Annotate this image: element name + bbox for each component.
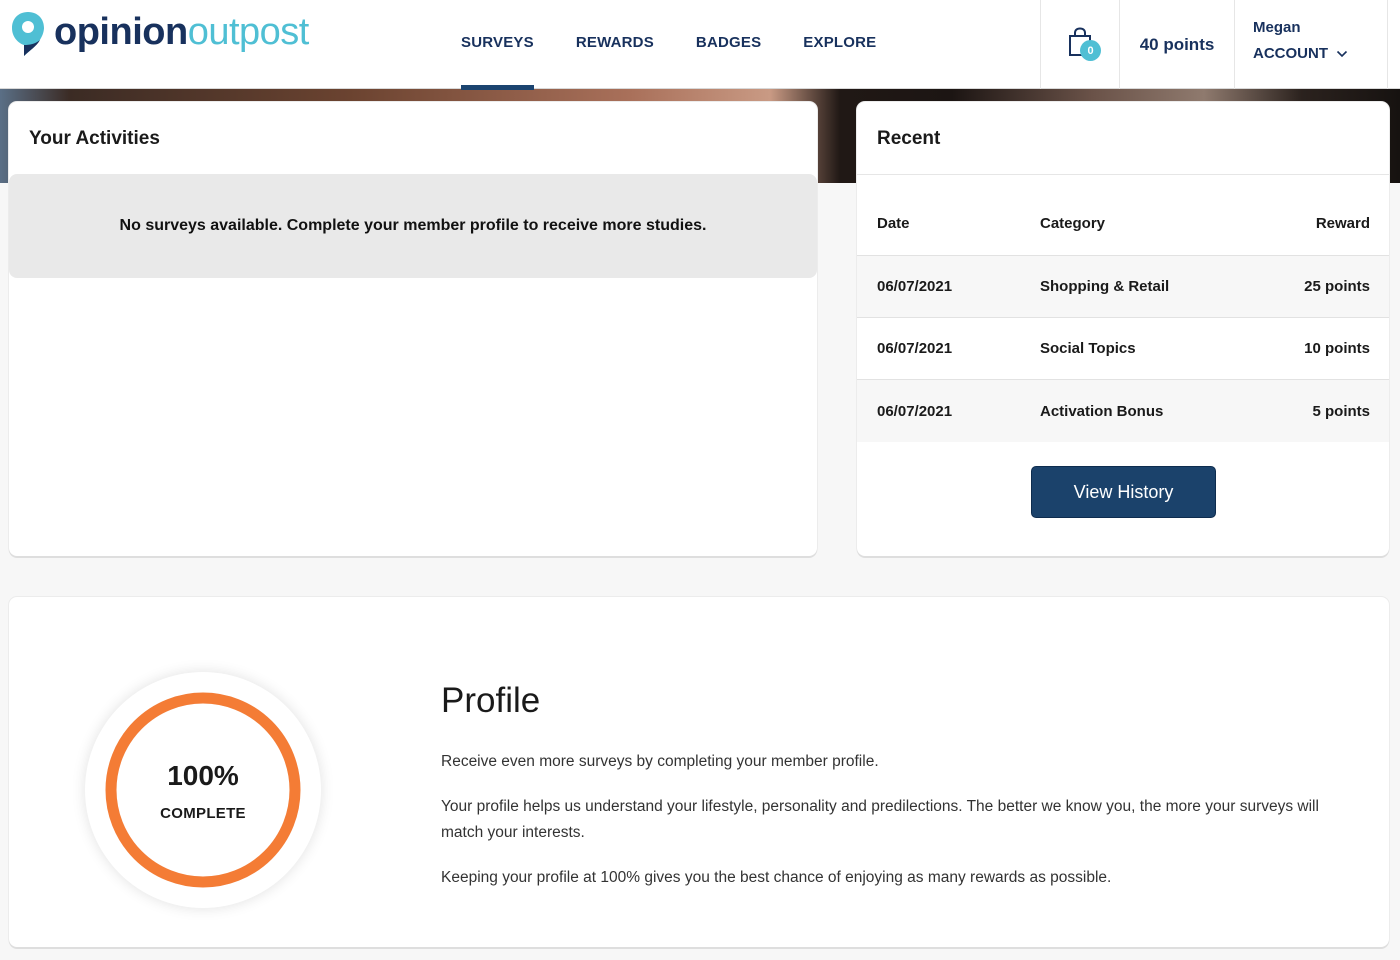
row-category: Social Topics [1040, 340, 1136, 357]
logo-text-opinion: opinion [54, 11, 188, 53]
profile-paragraph: Keeping your profile at 100% gives you t… [441, 869, 1112, 886]
profile-description: Receive even more surveys by completing … [441, 749, 1361, 910]
profile-card: 100% COMPLETE Profile Receive even more … [9, 597, 1389, 947]
row-category: Activation Bonus [1040, 402, 1164, 420]
logo-pin-icon [10, 10, 46, 58]
row-reward: 10 points [1304, 340, 1370, 357]
logo-text: opinionoutpost [54, 8, 309, 56]
recent-title: Recent [877, 128, 941, 149]
table-header: Date Category Reward [857, 192, 1389, 256]
profile-progress-ring: 100% COMPLETE [85, 672, 321, 908]
user-name: Megan [1253, 19, 1301, 36]
logo-text-outpost: outpost [187, 11, 310, 53]
table-row: 06/07/2021 Social Topics 10 points [857, 318, 1389, 380]
account-dropdown[interactable]: ACCOUNT [1253, 45, 1387, 62]
top-header: opinionoutpost SURVEYS REWARDS BADGES EX… [0, 0, 1400, 90]
divider [857, 174, 1389, 175]
account-label: ACCOUNT [1253, 45, 1328, 62]
recent-table: Date Category Reward 06/07/2021 Shopping… [857, 192, 1389, 442]
table-row: 06/07/2021 Shopping & Retail 25 points [857, 256, 1389, 318]
row-date: 06/07/2021 [877, 278, 953, 295]
no-surveys-message: No surveys available. Complete your memb… [9, 174, 817, 278]
activities-card: Your Activities No surveys available. Co… [9, 102, 817, 556]
column-header-date: Date [877, 215, 910, 232]
cart-button[interactable]: 0 [1040, 0, 1119, 89]
table-row: 06/07/2021 Activation Bonus 5 points [857, 380, 1389, 442]
cart-count-badge: 0 [1080, 40, 1101, 61]
column-header-reward: Reward [1315, 215, 1370, 232]
row-date: 06/07/2021 [877, 340, 953, 357]
logo[interactable]: opinionoutpost [10, 10, 309, 58]
activities-title: Your Activities [29, 128, 160, 149]
profile-paragraph: Receive even more surveys by completing … [441, 753, 879, 770]
progress-percent: 100% [167, 760, 239, 791]
points-balance[interactable]: 40 points [1119, 0, 1234, 89]
nav-badges[interactable]: BADGES [675, 0, 782, 89]
nav-rewards[interactable]: REWARDS [555, 0, 675, 89]
profile-paragraph: Your profile helps us understand your li… [441, 798, 1319, 841]
row-category: Shopping & Retail [1040, 278, 1170, 295]
view-history-button[interactable]: View History [1031, 466, 1216, 518]
profile-title: Profile [441, 681, 541, 720]
main-nav: SURVEYS REWARDS BADGES EXPLORE [440, 0, 897, 90]
column-header-category: Category [1040, 215, 1106, 232]
nav-explore[interactable]: EXPLORE [782, 0, 897, 89]
recent-card: Recent Date Category Reward 06/07/2021 S… [857, 102, 1389, 556]
progress-complete-label: COMPLETE [160, 805, 246, 822]
row-reward: 5 points [1312, 402, 1370, 420]
row-reward: 25 points [1304, 278, 1370, 295]
chevron-down-icon [1336, 45, 1348, 62]
row-date: 06/07/2021 [877, 402, 953, 420]
account-menu[interactable]: Megan ACCOUNT [1234, 0, 1388, 89]
nav-surveys[interactable]: SURVEYS [440, 0, 555, 90]
